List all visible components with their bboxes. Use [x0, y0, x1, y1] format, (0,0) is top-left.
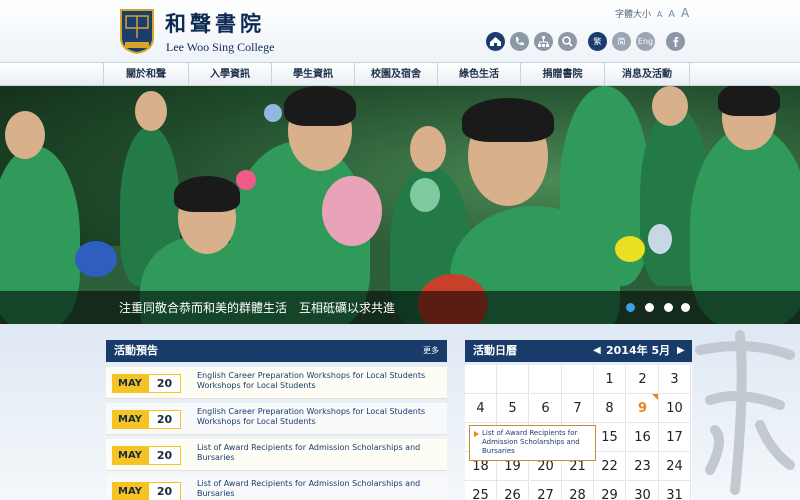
calendar-panel-title: 活動日曆 [473, 344, 517, 357]
event-title[interactable]: English Career Preparation Workshops for… [197, 371, 437, 391]
event-item[interactable]: MAY 20 English Career Preparation Worksh… [106, 367, 447, 399]
nav-item-news[interactable]: 消息及活動 [604, 63, 690, 86]
calendar-prev-button[interactable]: ◀ [593, 340, 601, 362]
calendar-day-event[interactable]: 9 [627, 394, 659, 423]
calendar-day[interactable]: 17 [659, 423, 691, 452]
calendar-day[interactable]: 3 [659, 365, 691, 394]
balloon-green [410, 178, 440, 212]
calendar-day[interactable]: 31 [659, 481, 691, 500]
calendar-panel-header: 活動日曆 ◀ 2014年 5月 ▶ [465, 340, 692, 362]
sitemap-icon[interactable] [534, 32, 553, 51]
calendar-day[interactable]: 28 [562, 481, 594, 500]
calendar-day[interactable]: 26 [497, 481, 529, 500]
calendar-day[interactable]: 1 [594, 365, 626, 394]
slide-dot-4[interactable] [681, 303, 690, 312]
font-size-control: 字體大小 A A A [615, 6, 689, 20]
nav-item-donate[interactable]: 捐贈書院 [520, 63, 604, 86]
college-crest-logo[interactable] [117, 8, 157, 54]
events-more-link[interactable]: 更多 [423, 340, 439, 362]
event-month: MAY [112, 410, 148, 429]
event-item[interactable]: MAY 20 List of Award Recipients for Admi… [106, 439, 447, 471]
lang-traditional-button[interactable]: 繁 [588, 32, 607, 51]
calendar-empty-cell [497, 365, 529, 394]
nav-item-about[interactable]: 關於和聲 [103, 63, 188, 86]
school-name-zh: 和聲書院 [165, 11, 265, 36]
calendar-day[interactable]: 29 [594, 481, 626, 500]
calendar-day[interactable]: 22 [594, 452, 626, 481]
calendar-day[interactable]: 16 [627, 423, 659, 452]
phone-icon[interactable] [510, 32, 529, 51]
student-head [652, 86, 688, 126]
events-panel-header: 活動預告 更多 [106, 340, 447, 362]
slide-dot-2[interactable] [645, 303, 654, 312]
calendar-day[interactable]: 5 [497, 394, 529, 423]
font-size-small-button[interactable]: A [657, 10, 662, 19]
calendar-day[interactable]: 24 [659, 452, 691, 481]
calendar-day[interactable]: 27 [530, 481, 562, 500]
events-panel-title: 活動預告 [114, 344, 158, 357]
header: 和聲書院 Lee Woo Sing College 字體大小 A A A 繁 简… [0, 0, 800, 62]
calendar-empty-cell [562, 365, 594, 394]
main-nav: 關於和聲 入學資訊 學生資訊 校園及宿舍 綠色生活 捐贈書院 消息及活動 [0, 62, 800, 86]
calendar-day[interactable]: 8 [594, 394, 626, 423]
lang-simplified-button[interactable]: 简 [612, 32, 631, 51]
event-title[interactable]: List of Award Recipients for Admission S… [197, 443, 437, 463]
student-hair [174, 176, 240, 212]
calendar-day[interactable]: 25 [465, 481, 497, 500]
nav-item-students[interactable]: 學生資訊 [271, 63, 354, 86]
event-title[interactable]: List of Award Recipients for Admission S… [197, 479, 437, 499]
brush-calligraphy-decoration [690, 330, 800, 500]
search-icon[interactable] [558, 32, 577, 51]
calendar-day[interactable]: 30 [627, 481, 659, 500]
event-day: 20 [148, 446, 181, 465]
calendar-event-tooltip[interactable]: List of Award Recipients for Admission S… [469, 425, 596, 461]
event-month: MAY [112, 482, 148, 500]
nav-item-admission[interactable]: 入學資訊 [188, 63, 271, 86]
event-title[interactable]: English Career Preparation Workshops for… [197, 407, 437, 427]
hero-banner[interactable]: 注重同敬合恭而和美的群體生活 互相砥礪以求共進 [0, 86, 800, 324]
student-head [410, 126, 446, 172]
calendar-day[interactable]: 7 [562, 394, 594, 423]
calendar-next-button[interactable]: ▶ [677, 340, 685, 362]
font-size-medium-button[interactable]: A [668, 9, 675, 20]
teacher-hair [462, 98, 554, 142]
calendar-day[interactable]: 10 [659, 394, 691, 423]
event-day: 20 [148, 410, 181, 429]
slide-dot-3[interactable] [664, 303, 673, 312]
calendar-day[interactable]: 6 [530, 394, 562, 423]
school-name-en: Lee Woo Sing College [166, 40, 275, 54]
balloon-white [648, 224, 672, 254]
slide-dot-1[interactable] [626, 303, 635, 312]
event-day: 20 [148, 374, 181, 393]
banner-caption: 注重同敬合恭而和美的群體生活 互相砥礪以求共進 [119, 301, 396, 315]
balloon-pink [322, 176, 382, 246]
event-item[interactable]: MAY 20 English Career Preparation Worksh… [106, 403, 447, 435]
student-hair [718, 86, 780, 116]
font-size-large-button[interactable]: A [681, 6, 689, 20]
balloon-blue [75, 241, 117, 277]
nav-item-campus[interactable]: 校園及宿舍 [354, 63, 437, 86]
font-size-label: 字體大小 [615, 10, 652, 20]
nav-item-green[interactable]: 綠色生活 [437, 63, 520, 86]
event-item[interactable]: MAY 20 List of Award Recipients for Admi… [106, 475, 447, 500]
student-head [135, 91, 167, 131]
calendar-empty-cell [530, 365, 562, 394]
event-month: MAY [112, 374, 148, 393]
calendar-month-label: 2014年 5月 [606, 344, 671, 357]
event-day: 20 [148, 482, 181, 500]
home-icon[interactable] [486, 32, 505, 51]
balloon-lightblue [264, 104, 282, 122]
event-month: MAY [112, 446, 148, 465]
calendar-day[interactable]: 2 [627, 365, 659, 394]
balloon-magenta [236, 170, 256, 190]
calendar-empty-cell [465, 365, 497, 394]
calendar-day[interactable]: 4 [465, 394, 497, 423]
student-head [5, 111, 45, 159]
student-hair [284, 86, 356, 126]
calendar-day[interactable]: 23 [627, 452, 659, 481]
facebook-icon[interactable] [666, 32, 685, 51]
lang-english-button[interactable]: Eng [636, 32, 655, 51]
balloon-yellow [615, 236, 645, 262]
calendar-day[interactable]: 15 [594, 423, 626, 452]
